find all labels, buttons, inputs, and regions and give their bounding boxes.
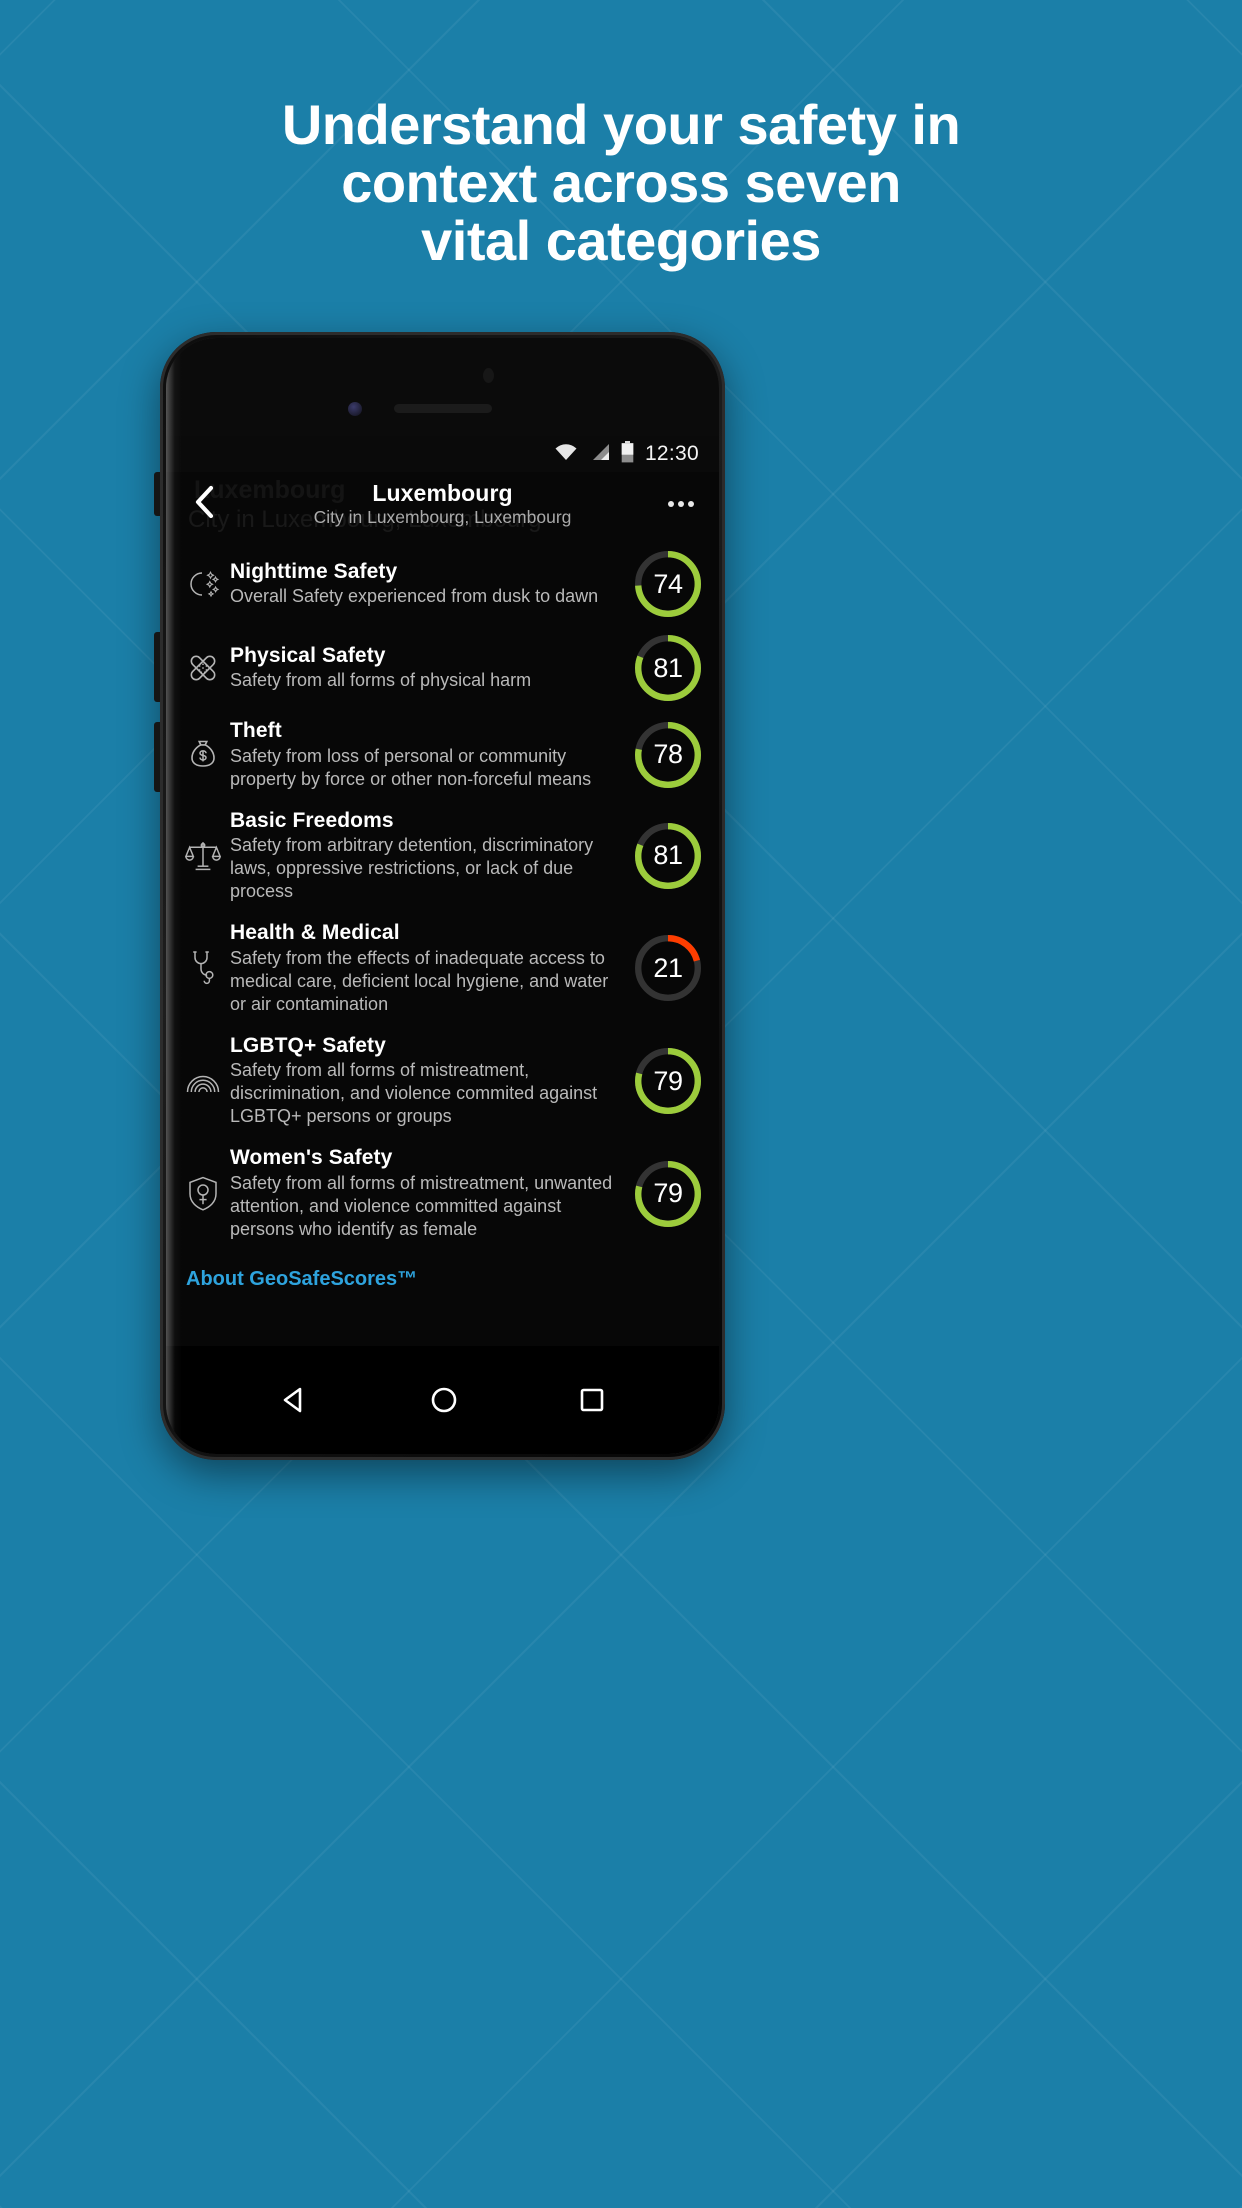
money-bag-icon bbox=[180, 738, 226, 772]
page-title: Understand your safety in context across… bbox=[0, 93, 1242, 273]
phone-volume-down-button bbox=[154, 722, 160, 792]
wifi-icon bbox=[554, 443, 578, 466]
category-list: Nighttime Safety Overall Safety experien… bbox=[166, 536, 719, 1250]
category-row[interactable]: Physical Safety Safety from all forms of… bbox=[180, 626, 705, 710]
app-bar-subtitle: City in Luxembourg, Luxembourg bbox=[313, 507, 572, 528]
scales-of-justice-icon bbox=[180, 839, 226, 873]
category-row[interactable]: Basic Freedoms Safety from arbitrary det… bbox=[180, 800, 705, 913]
category-title: Physical Safety bbox=[230, 643, 386, 667]
category-title: LGBTQ+ Safety bbox=[230, 1033, 386, 1057]
app-bar: Luxembourg City in Luxembourg, Luxembour… bbox=[166, 472, 719, 536]
phone-top-bezel bbox=[166, 338, 719, 436]
category-text: Theft Safety from loss of personal or co… bbox=[226, 719, 635, 791]
android-home-button[interactable] bbox=[429, 1385, 459, 1420]
bandage-cross-icon bbox=[180, 651, 226, 685]
back-button[interactable] bbox=[182, 482, 226, 526]
category-text: Health & Medical Safety from the effects… bbox=[226, 921, 635, 1016]
score-ring[interactable]: 79 bbox=[635, 1160, 701, 1227]
proximity-sensor-icon bbox=[483, 368, 494, 383]
app-bar-titles: Luxembourg City in Luxembourg, Luxembour… bbox=[226, 479, 659, 528]
score-ring[interactable]: 78 bbox=[635, 721, 701, 788]
android-back-button[interactable] bbox=[280, 1385, 310, 1420]
category-row[interactable]: Theft Safety from loss of personal or co… bbox=[180, 710, 705, 800]
score-value: 79 bbox=[653, 1178, 683, 1209]
category-title: Nighttime Safety bbox=[230, 559, 398, 583]
category-row[interactable]: Women's Safety Safety from all forms of … bbox=[180, 1137, 705, 1250]
status-bar-clock: 12:30 bbox=[644, 442, 699, 465]
headline-line-1: Understand your safety in bbox=[281, 93, 961, 156]
category-text: Physical Safety Safety from all forms of… bbox=[226, 644, 635, 693]
front-camera-icon bbox=[348, 402, 362, 416]
category-description: Safety from loss of personal or communit… bbox=[230, 745, 592, 789]
score-value: 79 bbox=[653, 1065, 683, 1096]
category-text: Basic Freedoms Safety from arbitrary det… bbox=[226, 809, 635, 904]
category-title: Women's Safety bbox=[230, 1146, 393, 1170]
phone-screen-area: 12:30 Luxembourg City in Luxembourg, Lux… bbox=[166, 338, 719, 1454]
category-description: Safety from the effects of inadequate ac… bbox=[230, 947, 609, 1014]
android-recents-square-icon bbox=[578, 1386, 606, 1419]
score-ring[interactable]: 21 bbox=[635, 935, 701, 1002]
score-value: 74 bbox=[653, 568, 683, 599]
category-description: Safety from all forms of mistreatment, u… bbox=[230, 1172, 613, 1239]
category-title: Health & Medical bbox=[230, 921, 400, 945]
phone-mockup: 12:30 Luxembourg City in Luxembourg, Lux… bbox=[154, 332, 725, 1460]
stethoscope-icon bbox=[180, 950, 226, 986]
status-bar: 12:30 bbox=[166, 436, 719, 472]
score-ring[interactable]: 81 bbox=[635, 635, 701, 701]
chevron-left-icon bbox=[193, 485, 215, 524]
battery-icon bbox=[621, 440, 634, 468]
overflow-menu-button[interactable] bbox=[659, 482, 703, 526]
category-title: Theft bbox=[230, 719, 282, 742]
category-description: Safety from all forms of mistreatment, d… bbox=[230, 1060, 598, 1127]
headline-line-2: context across seven bbox=[341, 151, 901, 215]
moon-stars-icon bbox=[180, 567, 226, 601]
category-text: Women's Safety Safety from all forms of … bbox=[226, 1146, 635, 1241]
android-back-triangle-icon bbox=[280, 1385, 310, 1420]
android-navigation-bar bbox=[166, 1346, 719, 1454]
earpiece-speaker-icon bbox=[393, 404, 492, 413]
android-recents-button[interactable] bbox=[578, 1386, 606, 1419]
score-ring[interactable]: 74 bbox=[635, 551, 701, 617]
about-geosafescores-link[interactable]: About GeoSafeScores™ bbox=[166, 1250, 719, 1307]
score-ring[interactable]: 81 bbox=[635, 822, 701, 889]
category-text: LGBTQ+ Safety Safety from all forms of m… bbox=[226, 1034, 635, 1129]
score-value: 78 bbox=[653, 739, 683, 770]
headline-line-3: vital categories bbox=[421, 209, 821, 273]
score-value: 81 bbox=[653, 652, 683, 683]
score-value: 21 bbox=[653, 952, 683, 983]
app-bar-title: Luxembourg bbox=[372, 479, 513, 506]
phone-volume-up-button bbox=[154, 632, 160, 702]
score-ring[interactable]: 79 bbox=[635, 1048, 701, 1115]
overflow-menu-icon bbox=[688, 501, 694, 507]
category-row[interactable]: Health & Medical Safety from the effects… bbox=[180, 912, 705, 1025]
category-row[interactable]: Nighttime Safety Overall Safety experien… bbox=[180, 542, 705, 626]
overflow-menu-icon bbox=[678, 501, 684, 507]
category-text: Nighttime Safety Overall Safety experien… bbox=[226, 560, 635, 609]
category-title: Basic Freedoms bbox=[230, 808, 394, 832]
cellular-signal-icon bbox=[589, 443, 610, 466]
category-row[interactable]: LGBTQ+ Safety Safety from all forms of m… bbox=[180, 1025, 705, 1138]
category-description: Overall Safety experienced from dusk to … bbox=[230, 586, 599, 607]
category-description: Safety from all forms of physical harm bbox=[230, 670, 532, 691]
phone-mute-button bbox=[154, 472, 160, 516]
android-home-circle-icon bbox=[429, 1385, 459, 1420]
category-description: Safety from arbitrary detention, discrim… bbox=[230, 835, 594, 902]
score-value: 81 bbox=[653, 840, 683, 871]
rainbow-icon bbox=[180, 1068, 226, 1094]
app-screen: 12:30 Luxembourg City in Luxembourg, Lux… bbox=[166, 436, 719, 1346]
women-shield-icon bbox=[180, 1176, 226, 1212]
overflow-menu-icon bbox=[668, 501, 674, 507]
